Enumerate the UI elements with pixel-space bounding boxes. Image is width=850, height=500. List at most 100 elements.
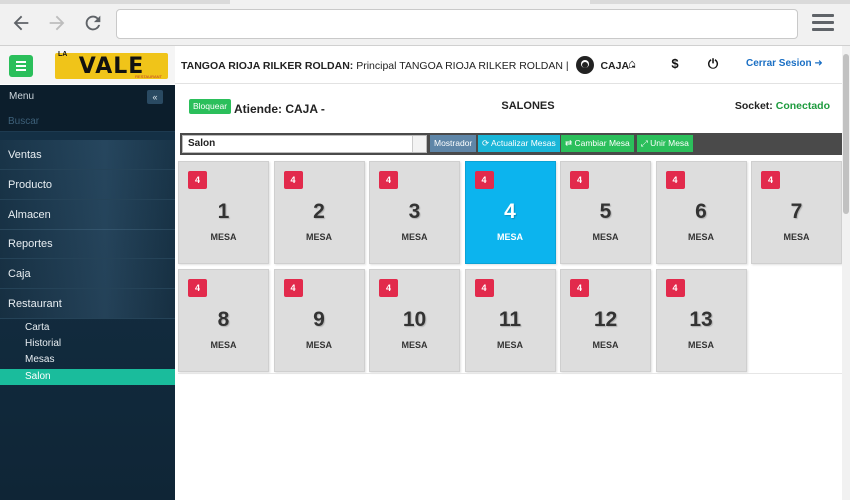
- attends-label: Atiende: CAJA -: [234, 102, 325, 116]
- menu-toggle-button[interactable]: [9, 55, 33, 77]
- table-tile[interactable]: 4 11 MESA: [464, 269, 556, 372]
- sidebar-subitem-carta[interactable]: Carta: [0, 320, 175, 336]
- main-content: Bloquear Atiende: CAJA - SALONES Socket:…: [178, 85, 842, 500]
- chevron-down-icon[interactable]: [412, 136, 426, 152]
- change-table-button[interactable]: ⇄ Cambiar Mesa: [561, 135, 634, 152]
- user-detail: Principal TANGOA RIOJA RILKER ROLDAN |: [356, 59, 569, 72]
- table-number: 11: [498, 308, 522, 331]
- table-badge: 4: [474, 279, 494, 297]
- table-number: 7: [790, 200, 803, 223]
- user-name: TANGOA RIOJA RILKER ROLDAN:: [181, 59, 354, 72]
- sidebar-item-producto[interactable]: Producto: [0, 170, 175, 200]
- browser-toolbar: [0, 0, 850, 46]
- mostrador-button[interactable]: Mostrador: [430, 135, 477, 152]
- collapse-sidebar-icon[interactable]: «: [147, 90, 163, 104]
- home-icon[interactable]: ⌂: [624, 56, 640, 72]
- table-tile[interactable]: 4 9 MESA: [273, 269, 365, 372]
- sidebar-item-caja[interactable]: Caja: [0, 259, 175, 289]
- table-label: MESA: [496, 340, 523, 350]
- table-badge: 4: [379, 171, 398, 189]
- table-badge: 4: [570, 279, 589, 297]
- table-tile[interactable]: 4 1 MESA: [178, 161, 269, 264]
- sidebar-item-almacen[interactable]: Almacen: [0, 200, 175, 230]
- power-icon[interactable]: ⏻: [705, 56, 721, 72]
- sidebar-subitem-mesas[interactable]: Mesas: [0, 352, 175, 368]
- table-badge: 4: [570, 171, 589, 189]
- table-tile[interactable]: 4 6 MESA: [655, 161, 747, 264]
- salon-select[interactable]: Salon: [182, 135, 427, 153]
- sidebar-search: [0, 110, 175, 132]
- table-label: MESA: [210, 340, 237, 350]
- table-number: 1: [217, 200, 230, 223]
- logout-link[interactable]: Cerrar Sesion ➜: [746, 58, 823, 69]
- table-badge: 4: [379, 279, 398, 297]
- sidebar-item-reportes[interactable]: Reportes: [0, 229, 175, 259]
- lock-button[interactable]: Bloquear: [189, 99, 232, 114]
- page-scrollbar[interactable]: [842, 46, 850, 500]
- table-tile[interactable]: 4 5 MESA: [560, 161, 651, 264]
- table-label: MESA: [496, 232, 523, 242]
- table-tile[interactable]: 4 10 MESA: [369, 269, 460, 372]
- logo[interactable]: LA VALE RESTAURANT: [55, 51, 168, 79]
- socket-status: Socket: Conectado: [735, 100, 830, 112]
- salon-toolbar: Salon Mostrador ⟳ Actualizar Mesas ⇄ Cam…: [180, 133, 842, 155]
- table-badge: 4: [188, 171, 207, 189]
- reload-icon[interactable]: [80, 10, 106, 36]
- refresh-tables-button[interactable]: ⟳ Actualizar Mesas: [478, 135, 560, 152]
- table-tile[interactable]: 4 13 MESA: [655, 269, 747, 372]
- table-number: 13: [689, 308, 713, 331]
- sidebar-header: Menu «: [0, 85, 175, 110]
- app-header: LA VALE RESTAURANT TANGOA RIOJA RILKER R…: [0, 46, 842, 84]
- sidebar-item-ventas[interactable]: Ventas: [0, 140, 175, 170]
- socket-label: Socket:: [734, 100, 773, 112]
- table-number: 12: [593, 308, 618, 331]
- table-number: 2: [313, 200, 325, 223]
- scrollbar-thumb[interactable]: [843, 54, 849, 214]
- table-badge: 4: [283, 171, 303, 189]
- forward-arrow-icon[interactable]: [44, 10, 70, 36]
- back-arrow-icon[interactable]: [8, 10, 34, 36]
- sidebar-item-restaurant[interactable]: Restaurant: [0, 289, 175, 319]
- table-tile[interactable]: 4 2 MESA: [273, 161, 365, 264]
- sidebar-search-input[interactable]: [8, 113, 168, 129]
- table-badge: 4: [761, 171, 780, 189]
- logo-sub-text: RESTAURANT: [135, 74, 162, 79]
- table-tile[interactable]: 4 8 MESA: [178, 269, 269, 372]
- table-label: MESA: [401, 340, 428, 350]
- hamburger-menu-icon[interactable]: [812, 14, 834, 32]
- join-table-button[interactable]: ⤢ Unir Mesa: [637, 135, 693, 152]
- user-info: TANGOA RIOJA RILKER ROLDAN: Principal TA…: [181, 56, 635, 75]
- table-number: 8: [217, 308, 230, 331]
- table-number: 4: [504, 200, 516, 223]
- salon-select-value: Salon: [188, 138, 216, 149]
- table-tile[interactable]: 4 7 MESA: [751, 161, 842, 264]
- table-label: MESA: [210, 232, 237, 242]
- table-badge: 4: [665, 279, 685, 297]
- table-tile[interactable]: 4 12 MESA: [560, 269, 651, 372]
- sidebar-title: Menu: [9, 91, 35, 102]
- table-label: MESA: [592, 232, 619, 242]
- logo-area: LA VALE RESTAURANT: [0, 46, 175, 84]
- address-bar[interactable]: [116, 9, 798, 39]
- table-tile[interactable]: 4 4 MESA: [464, 161, 556, 264]
- table-number: 5: [599, 200, 612, 223]
- sidebar-subitem-salon[interactable]: Salon: [0, 369, 175, 385]
- table-badge: 4: [474, 171, 494, 189]
- table-tile[interactable]: 4 3 MESA: [369, 161, 460, 264]
- browser-tab[interactable]: [230, 0, 590, 4]
- table-label: MESA: [687, 232, 714, 242]
- table-label: MESA: [305, 232, 332, 242]
- sidebar: Menu « Ventas Producto Almacen Reportes …: [0, 85, 175, 500]
- tab-strip: [0, 0, 850, 4]
- table-label: MESA: [401, 232, 428, 242]
- table-label: MESA: [592, 340, 619, 350]
- page-title: SALONES: [501, 100, 555, 112]
- dollar-icon[interactable]: $: [667, 56, 683, 72]
- sidebar-subitem-historial[interactable]: Historial: [0, 336, 175, 352]
- socket-connected-badge: Conectado: [775, 100, 830, 112]
- table-number: 6: [695, 200, 707, 223]
- user-avatar-icon: [575, 56, 594, 74]
- table-number: 9: [313, 308, 325, 331]
- table-number: 10: [402, 308, 427, 331]
- table-label: MESA: [687, 340, 714, 350]
